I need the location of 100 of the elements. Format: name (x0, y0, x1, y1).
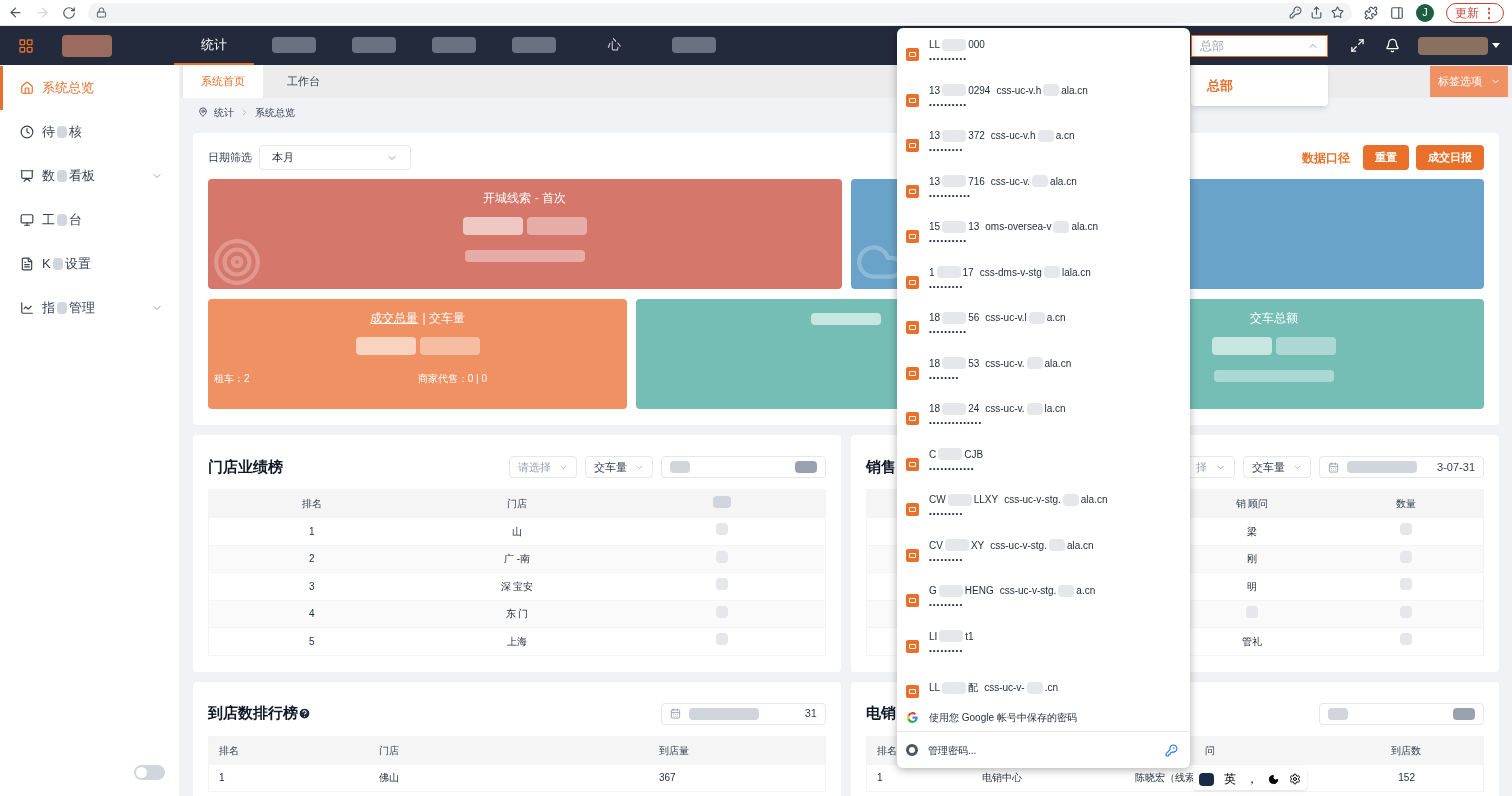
select-field[interactable]: 交车量 (1243, 456, 1311, 478)
nav-tab[interactable]: 心 (574, 26, 654, 65)
sidebar-item[interactable]: K 设置 (0, 242, 179, 286)
redaction-mark (942, 129, 967, 142)
redaction-mark (947, 493, 972, 506)
site-url: css-uc-v.h (990, 129, 1036, 144)
saved-password-item[interactable]: LL 000 •••••••••• (897, 28, 1190, 74)
stat-title: 开城线索 - 首次 (483, 190, 567, 207)
saved-password-item[interactable]: 18 56 css-uc-v.l a.cn •••••••••• (897, 301, 1190, 347)
stat-note: 租车：2 (214, 372, 250, 386)
redaction-mark (1037, 129, 1054, 142)
username: LLXY (973, 493, 999, 508)
date-range-field[interactable] (1319, 702, 1484, 725)
saved-password-item[interactable]: 18 53 css-uc-v. ala.cn •••••••• (897, 346, 1190, 392)
punctuation-toggle[interactable]: ， (1246, 770, 1258, 788)
date-range-field[interactable]: 31 (661, 702, 826, 725)
redaction-mark (419, 337, 480, 355)
site-url: a.cn (1076, 584, 1096, 599)
saved-password-item[interactable]: G HENG css-uc-v-stg. a.cn ••••••••• (897, 574, 1190, 620)
redaction-mark (939, 630, 964, 643)
redaction-mark (942, 681, 967, 694)
username: 18 (929, 311, 941, 326)
date-range-field[interactable]: 3-07-31 (1319, 456, 1484, 478)
redaction-mark (1026, 357, 1043, 370)
sidebar-item[interactable]: 待 核 (0, 110, 179, 154)
monitor-icon (20, 213, 34, 227)
back-icon[interactable] (8, 5, 23, 20)
google-passwords-item[interactable]: 使用您 Google 帐号中保存的密码 (897, 704, 1190, 732)
key-icon[interactable] (1289, 6, 1302, 19)
saved-password-item[interactable]: LI t1 ••••••••• (897, 619, 1190, 665)
table-cell: 刚 (1247, 553, 1257, 565)
redaction-mark (1026, 402, 1043, 415)
site-url: lala.cn (1061, 265, 1091, 280)
username: 13 (929, 83, 941, 98)
ime-mode-toggle[interactable]: 英 (1224, 770, 1236, 788)
date-filter-select[interactable]: 本月 (259, 145, 411, 170)
line-chart-icon (20, 301, 34, 315)
share-icon[interactable] (1310, 6, 1323, 19)
saved-password-item[interactable]: 13 372 css-uc-v.h a.cn ••••••••• (897, 119, 1190, 165)
table-cell: 电销中心 (982, 772, 1022, 784)
sidebar-label: 台 (69, 211, 82, 230)
redaction-mark (352, 36, 396, 53)
saved-password-item[interactable]: 13 716 css-uc-v. ala.cn ••••••••••• (897, 164, 1190, 210)
help-icon[interactable] (298, 707, 311, 720)
manage-passwords-item[interactable]: 管理密码... (897, 732, 1190, 768)
username: LL (929, 681, 941, 696)
stat-title: 交车总额 (1250, 310, 1299, 327)
toggle-switch[interactable] (134, 765, 165, 780)
sidebar-item[interactable]: 数 看板 (0, 154, 179, 198)
table-cell: 1 (877, 772, 883, 784)
date-range-field[interactable] (661, 456, 826, 478)
reload-icon[interactable] (62, 5, 76, 20)
panel-title: 到店数排行榜 (208, 703, 298, 724)
site-url: ala.cn (1061, 83, 1088, 98)
sidebar-item[interactable]: 工 台 (0, 198, 179, 242)
saved-password-item[interactable]: CW LLXY css-uc-v-stg. ala.cn ••••••••• (897, 483, 1190, 529)
username: CV (929, 538, 943, 553)
site-url: ala.cn (1080, 493, 1108, 508)
caret-icon[interactable] (1492, 43, 1500, 48)
fullscreen-icon[interactable] (1350, 38, 1365, 53)
username: 18 (929, 356, 941, 371)
column-header: 门店 (507, 498, 527, 509)
redaction-mark (432, 36, 476, 53)
username: 13 (968, 220, 980, 235)
redaction-mark (1053, 220, 1070, 233)
extensions-icon[interactable] (1364, 5, 1378, 20)
masked-password: ••••••••• (929, 600, 965, 611)
redaction-mark (936, 266, 961, 279)
sidebar-item[interactable]: 指 管理 (0, 286, 179, 330)
select-field[interactable]: 交车量 (585, 456, 653, 478)
clock-icon (20, 125, 34, 139)
saved-password-item[interactable]: 18 24 css-uc-v. la.cn •••••••••••••• (897, 392, 1190, 438)
username: t1 (965, 629, 974, 644)
saved-password-item[interactable]: 13 0294 css-uc-v.h ala.cn •••••••••• (897, 73, 1190, 119)
site-url: ala.cn (1071, 220, 1099, 235)
panel-title: 电销 (866, 703, 896, 724)
profile-avatar[interactable]: J (1416, 3, 1434, 22)
bell-icon[interactable] (1385, 38, 1400, 53)
breadcrumb-link[interactable]: 统计 (214, 104, 234, 120)
side-panel-icon[interactable] (1390, 5, 1404, 20)
saved-password-item[interactable]: 1 17 css-dms-v-stg lala.cn ••••••••• (897, 255, 1190, 301)
filter-label: 日期筛选 (208, 150, 252, 166)
settings-icon[interactable] (1289, 773, 1301, 785)
redaction-mark (355, 337, 416, 355)
table-cell: 明 (1247, 580, 1257, 592)
saved-password-item[interactable]: LL 配 css-uc-v- .cn (897, 665, 1190, 704)
page-tab[interactable]: 工作台 (263, 65, 343, 98)
redaction-mark (1043, 266, 1060, 279)
site-icon (906, 503, 919, 517)
apps-grid-icon[interactable] (18, 37, 34, 54)
redaction-mark (938, 584, 963, 597)
moon-icon[interactable] (1268, 773, 1279, 785)
username: 15 (929, 220, 941, 235)
panel-title: 门店业绩榜 (208, 456, 283, 477)
saved-password-item[interactable]: CV XY css-uc-v-stg. ala.cn ••••••••• (897, 528, 1190, 574)
masked-password: •••••••••••• (929, 463, 976, 474)
saved-password-item[interactable]: 15 13 oms-oversea-v ala.cn •••••••••• (897, 210, 1190, 256)
column-header: 排名 (219, 744, 239, 756)
star-icon[interactable] (1331, 6, 1344, 19)
redaction-mark (1058, 584, 1075, 597)
